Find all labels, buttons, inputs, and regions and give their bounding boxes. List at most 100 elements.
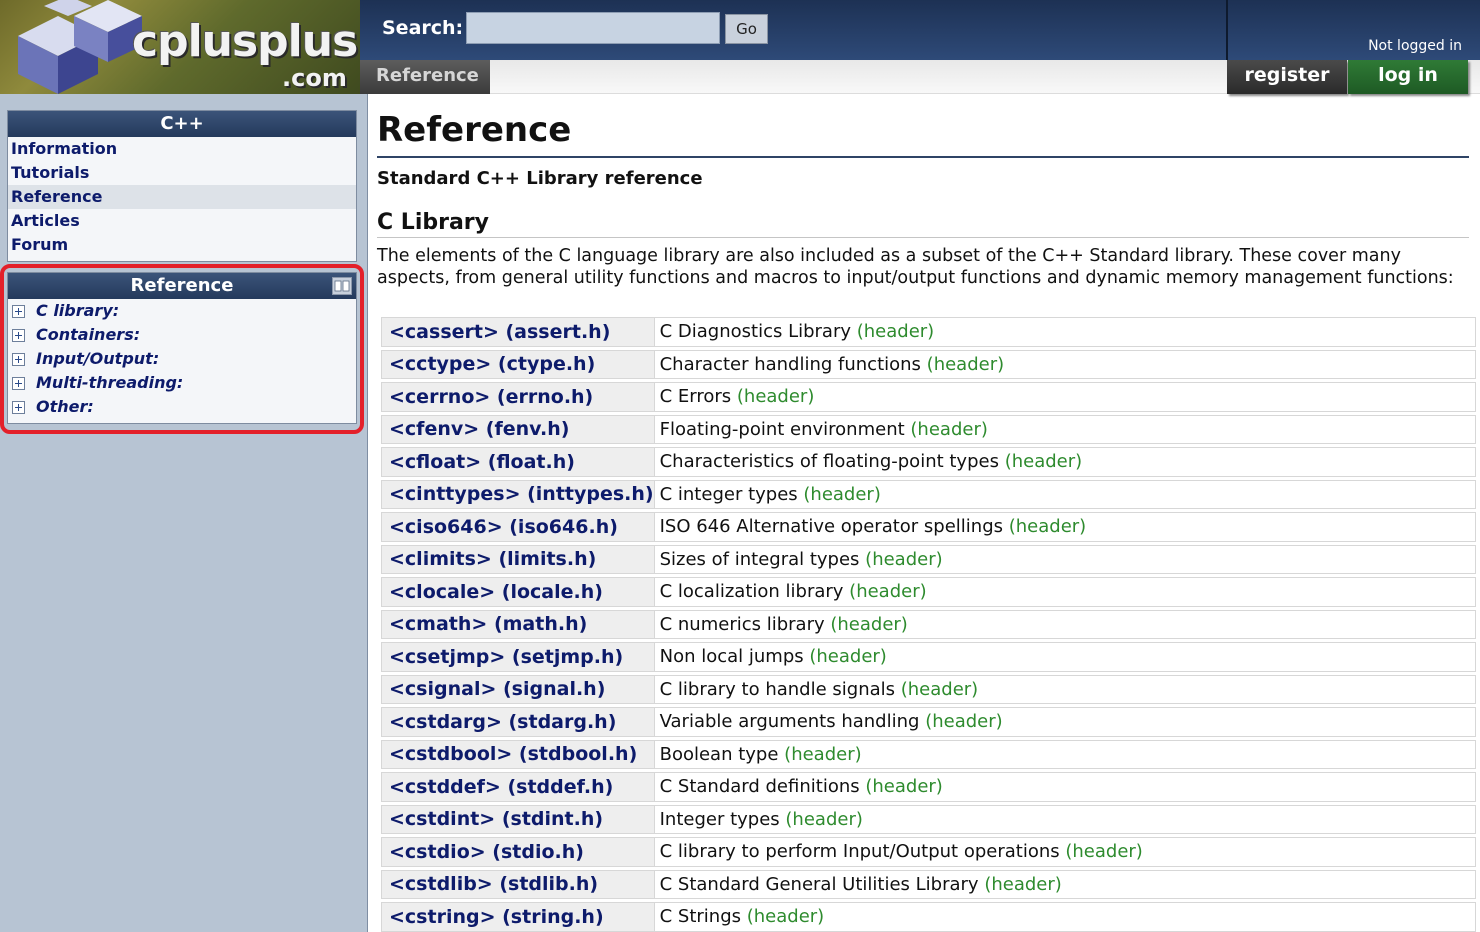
header-link[interactable]: <cfloat> (float.h) <box>381 447 655 477</box>
expand-plus-icon[interactable] <box>12 400 25 414</box>
search-input[interactable] <box>466 12 720 44</box>
header-description-cell: Non local jumps (header) <box>654 642 1476 672</box>
section-description: The elements of the C language library a… <box>377 246 1454 288</box>
header-kind-label: (header) <box>803 483 881 505</box>
header-description: Sizes of integral types <box>659 548 860 570</box>
page-subtitle: Standard C++ Library reference <box>377 168 703 189</box>
header-link[interactable]: <cinttypes> (inttypes.h) <box>381 479 655 509</box>
sub-bar: Reference register log in <box>360 60 1480 94</box>
header-kind-label: (header) <box>1004 451 1083 473</box>
tree-item-input-output[interactable]: Input/Output: <box>8 347 356 371</box>
page-title: Reference <box>377 110 572 150</box>
tree-item-multi-threading[interactable]: Multi-threading: <box>8 371 356 395</box>
header-link[interactable]: <cerrno> (errno.h) <box>381 382 655 412</box>
header-kind-label: (header) <box>736 386 815 408</box>
table-row: <cstring> (string.h) C Strings (header) <box>381 902 1476 932</box>
table-row: <climits> (limits.h) Sizes of integral ty… <box>381 544 1476 574</box>
c-library-headers-table: <cassert> (assert.h) C Diagnostics Librar… <box>381 314 1476 932</box>
header-description: C library to handle signals <box>659 678 896 700</box>
header-description-cell: C Standard definitions (header) <box>654 772 1476 802</box>
cpp-nav-box: C++ Information Tutorials Reference Arti… <box>7 110 357 262</box>
table-row: <clocale> (locale.h) C localization libra… <box>381 577 1476 607</box>
table-row: <cstdbool> (stdbool.h) Boolean type (head… <box>381 739 1476 769</box>
header-kind-label: (header) <box>830 613 908 635</box>
tree-item-label[interactable]: Input/Output: <box>36 347 159 371</box>
header-link[interactable]: <ciso646> (iso646.h) <box>381 512 655 542</box>
header-link[interactable]: <cassert> (assert.h) <box>381 317 655 347</box>
sidebar: C++ Information Tutorials Reference Arti… <box>0 94 368 932</box>
header-kind-label: (header) <box>856 321 935 343</box>
header-description: Integer types <box>659 808 780 830</box>
header-description-cell: C Errors (header) <box>654 382 1476 412</box>
sidebar-item-reference[interactable]: Reference <box>8 185 356 209</box>
header-kind-label: (header) <box>1008 516 1087 538</box>
title-divider <box>377 156 1469 158</box>
expand-plus-icon[interactable] <box>12 304 25 318</box>
tab-reference[interactable]: Reference <box>360 60 490 94</box>
header-description-cell: C Standard General Utilities Library (he… <box>654 869 1476 899</box>
header-description: C localization library <box>659 581 844 603</box>
top-bar: Search: Go Not logged in <box>360 0 1480 60</box>
table-row: <csetjmp> (setjmp.h) Non local jumps (hea… <box>381 642 1476 672</box>
site-header: cplusplus .com Search: Go Not logged in … <box>0 0 1480 94</box>
header-link[interactable]: <clocale> (locale.h) <box>381 577 655 607</box>
tree-item-label[interactable]: Other: <box>36 395 94 419</box>
header-description-cell: C Diagnostics Library (header) <box>654 317 1476 347</box>
header-link[interactable]: <climits> (limits.h) <box>381 544 655 574</box>
table-row: <cstdlib> (stdlib.h) C Standard General U… <box>381 869 1476 899</box>
header-description-cell: Integer types (header) <box>654 804 1476 834</box>
cubes-logo-icon <box>18 0 142 94</box>
table-row: <cfenv> (fenv.h) Floating-point environme… <box>381 414 1476 444</box>
header-link[interactable]: <cstdlib> (stdlib.h) <box>381 869 655 899</box>
header-kind-label: (header) <box>746 906 825 928</box>
header-description-cell: Characteristics of floating-point types … <box>654 447 1476 477</box>
tree-item-label[interactable]: Multi-threading: <box>36 371 183 395</box>
login-status-box: Not logged in <box>1226 0 1480 60</box>
site-logo[interactable]: cplusplus .com <box>0 0 360 94</box>
sidebar-item-articles[interactable]: Articles <box>8 209 356 233</box>
section-title: C Library <box>377 210 489 235</box>
header-link[interactable]: <cmath> (math.h) <box>381 609 655 639</box>
register-button[interactable]: register <box>1227 60 1347 94</box>
tree-item-other[interactable]: Other: <box>8 395 356 419</box>
table-row: <cstdarg> (stdarg.h) Variable arguments h… <box>381 707 1476 737</box>
header-link[interactable]: <csetjmp> (setjmp.h) <box>381 642 655 672</box>
header-description: C integer types <box>659 483 798 505</box>
header-link[interactable]: <cstddef> (stddef.h) <box>381 772 655 802</box>
expand-plus-icon[interactable] <box>12 352 25 366</box>
cpp-box-title: C++ <box>8 111 356 137</box>
header-link[interactable]: <cctype> (ctype.h) <box>381 349 655 379</box>
header-description-cell: C library to perform Input/Output operat… <box>654 837 1476 867</box>
header-link[interactable]: <cstring> (string.h) <box>381 902 655 932</box>
header-description-cell: Character handling functions (header) <box>654 349 1476 379</box>
sidebar-item-information[interactable]: Information <box>8 137 356 161</box>
header-kind-label: (header) <box>900 678 979 700</box>
reference-box-title-text: Reference <box>130 275 234 296</box>
header-link[interactable]: <cstdint> (stdint.h) <box>381 804 655 834</box>
tree-item-containers[interactable]: Containers: <box>8 323 356 347</box>
login-button[interactable]: log in <box>1348 60 1468 94</box>
table-row: <cmath> (math.h) C numerics library (head… <box>381 609 1476 639</box>
reference-box-title: Reference <box>8 273 356 299</box>
table-row: <csignal> (signal.h) C library to handle … <box>381 674 1476 704</box>
header-description-cell: Boolean type (header) <box>654 739 1476 769</box>
header-link[interactable]: <cstdio> (stdio.h) <box>381 837 655 867</box>
tree-item-c-library[interactable]: C library: <box>8 299 356 323</box>
header-description-cell: C Strings (header) <box>654 902 1476 932</box>
header-description: C Strings <box>659 906 741 928</box>
tree-item-label[interactable]: C library: <box>36 299 119 323</box>
expand-plus-icon[interactable] <box>12 328 25 342</box>
header-link[interactable]: <cstdarg> (stdarg.h) <box>381 707 655 737</box>
header-link[interactable]: <cfenv> (fenv.h) <box>381 414 655 444</box>
header-link[interactable]: <csignal> (signal.h) <box>381 674 655 704</box>
sidebar-item-tutorials[interactable]: Tutorials <box>8 161 356 185</box>
sidebar-item-forum[interactable]: Forum <box>8 233 356 257</box>
go-button[interactable]: Go <box>725 14 768 44</box>
header-description: C numerics library <box>659 613 825 635</box>
expand-plus-icon[interactable] <box>12 376 25 390</box>
header-link[interactable]: <cstdbool> (stdbool.h) <box>381 739 655 769</box>
section-divider <box>377 237 1469 238</box>
tree-item-label[interactable]: Containers: <box>36 323 140 347</box>
book-icon[interactable] <box>332 277 352 295</box>
table-row: <cinttypes> (inttypes.h) C integer types … <box>381 479 1476 509</box>
